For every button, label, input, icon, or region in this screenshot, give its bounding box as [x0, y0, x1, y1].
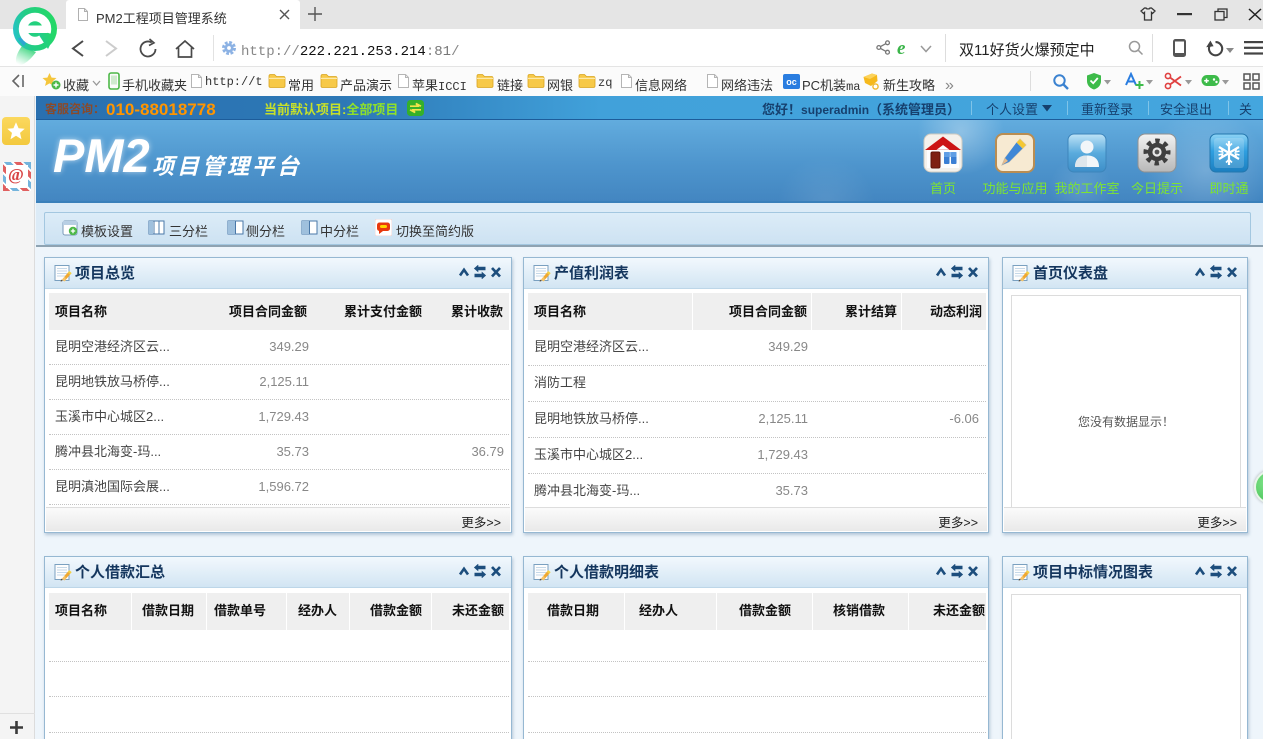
svg-text:oc: oc: [786, 77, 797, 87]
